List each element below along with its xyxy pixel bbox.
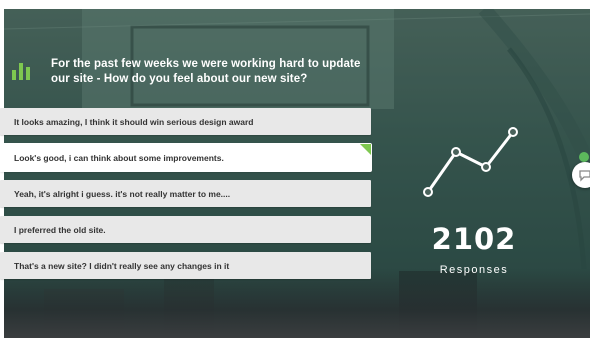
- response-count-label: Responses: [439, 264, 509, 276]
- bar-chart-icon: [12, 63, 30, 80]
- answer-option-label: Yeah, it's alright i guess. it's not rea…: [14, 188, 231, 199]
- chat-notification-dot: [579, 152, 589, 162]
- answer-option-label: It looks amazing, I think it should win …: [14, 116, 254, 127]
- question-line-2: our site - How do you feel about our new…: [51, 73, 308, 85]
- chat-bubble-icon: [579, 170, 590, 182]
- selected-corner-indicator: [360, 144, 371, 155]
- answer-option-label: Look's good, i can think about some impr…: [14, 152, 224, 163]
- response-count: 2102: [431, 222, 517, 256]
- answer-option[interactable]: I preferred the old site.: [0, 216, 371, 243]
- question-line-1: For the past few weeks we were working h…: [51, 58, 361, 70]
- answer-option-label: That's a new site? I didn't really see a…: [14, 260, 230, 271]
- answer-option[interactable]: That's a new site? I didn't really see a…: [0, 252, 371, 279]
- answer-option-selected[interactable]: Look's good, i can think about some impr…: [0, 144, 371, 171]
- answer-option[interactable]: It looks amazing, I think it should win …: [0, 108, 371, 135]
- answer-options: It looks amazing, I think it should win …: [0, 108, 371, 288]
- trend-line-icon: [423, 127, 518, 197]
- answer-option[interactable]: Yeah, it's alright i guess. it's not rea…: [0, 180, 371, 207]
- poll-question: For the past few weeks we were working h…: [10, 57, 370, 87]
- answer-option-label: I preferred the old site.: [14, 224, 106, 235]
- question-text: For the past few weeks we were working h…: [51, 57, 360, 87]
